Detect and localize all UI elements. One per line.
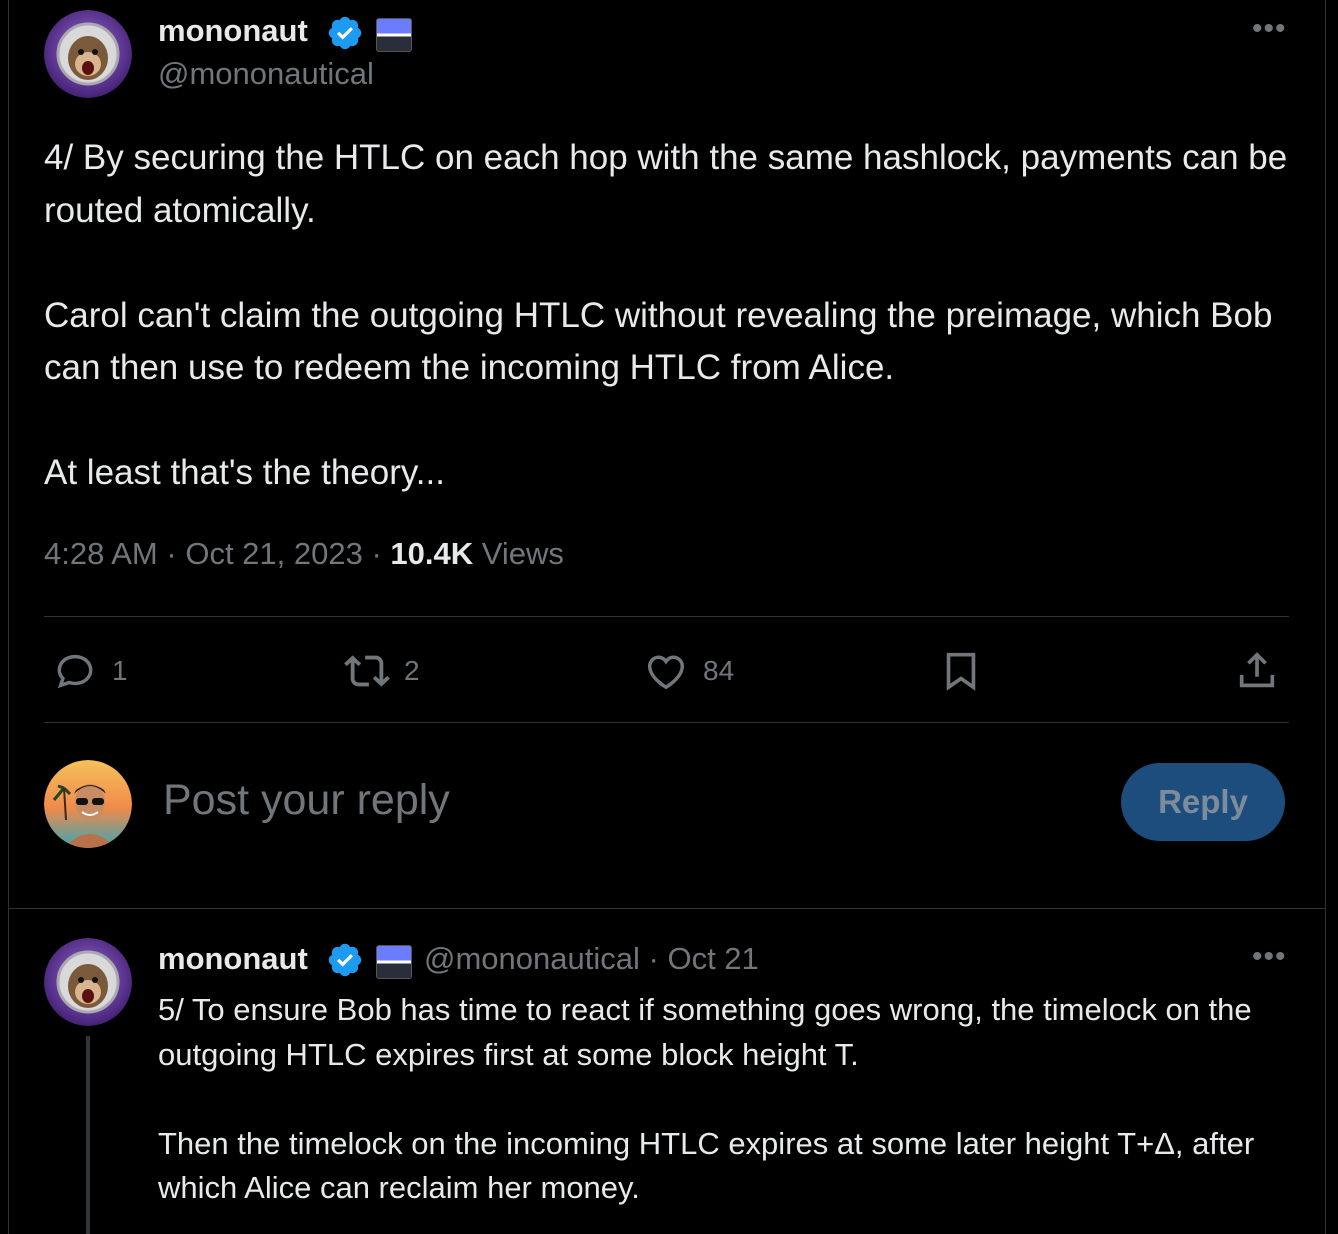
affiliate-badge-icon (376, 18, 412, 52)
post-date[interactable]: Oct 21, 2023 (185, 536, 363, 571)
divider (44, 722, 1289, 723)
author-name[interactable]: mononaut (158, 13, 308, 49)
like-action[interactable]: 84 (643, 648, 734, 694)
reply-input[interactable]: Post your reply (163, 776, 450, 825)
share-icon (1239, 652, 1275, 688)
reply-author-handle[interactable]: @mononautical (424, 941, 640, 976)
reply-icon (57, 654, 93, 689)
reply-button[interactable]: Reply (1121, 763, 1285, 841)
divider (44, 616, 1289, 617)
views-label: Views (481, 536, 564, 571)
separator: · (648, 941, 659, 976)
reply-author-avatar[interactable] (44, 938, 132, 1026)
repost-icon (344, 655, 390, 687)
ellipsis-icon[interactable]: ••• (1252, 14, 1287, 44)
post-paragraph: 5/ To ensure Bob has time to react if so… (158, 992, 1252, 1072)
repost-action[interactable]: 2 (344, 648, 420, 694)
divider (8, 908, 1326, 909)
reply-author-name[interactable]: mononaut (158, 941, 308, 977)
ellipsis-icon[interactable]: ••• (1252, 942, 1287, 972)
user-avatar[interactable] (44, 760, 132, 848)
like-count: 84 (703, 655, 735, 686)
post-paragraph: Carol can't claim the outgoing HTLC with… (44, 295, 1273, 388)
post-paragraph: Then the timelock on the incoming HTLC e… (158, 1125, 1255, 1206)
repost-count: 2 (404, 655, 420, 686)
reply-date[interactable]: Oct 21 (667, 941, 758, 976)
reply-author-handle-line: @mononautical · Oct 21 (424, 941, 759, 977)
reply-post-text: 5/ To ensure Bob has time to react if so… (158, 988, 1298, 1211)
post-paragraph: 4/ By securing the HTLC on each hop with… (44, 138, 1288, 230)
bookmark-icon (946, 652, 976, 691)
share-action[interactable] (1234, 648, 1280, 694)
separator: · (166, 536, 177, 571)
post-text: 4/ By securing the HTLC on each hop with… (44, 132, 1304, 500)
affiliate-badge-icon (376, 945, 412, 979)
verified-badge-icon (328, 943, 362, 977)
verified-badge-icon (328, 16, 362, 50)
reply-action[interactable]: 1 (52, 648, 128, 694)
separator: · (371, 536, 382, 571)
thread-connector (86, 1036, 90, 1234)
post-paragraph: At least that's the theory... (44, 453, 445, 492)
author-avatar[interactable] (44, 10, 132, 98)
like-icon (647, 655, 685, 690)
post-time[interactable]: 4:28 AM (44, 536, 158, 571)
views-count[interactable]: 10.4K (390, 536, 473, 571)
reply-count: 1 (112, 655, 128, 686)
post-meta: 4:28 AM · Oct 21, 2023 · 10.4K Views (44, 536, 564, 572)
author-handle[interactable]: @mononautical (158, 56, 374, 92)
bookmark-action[interactable] (938, 648, 984, 694)
